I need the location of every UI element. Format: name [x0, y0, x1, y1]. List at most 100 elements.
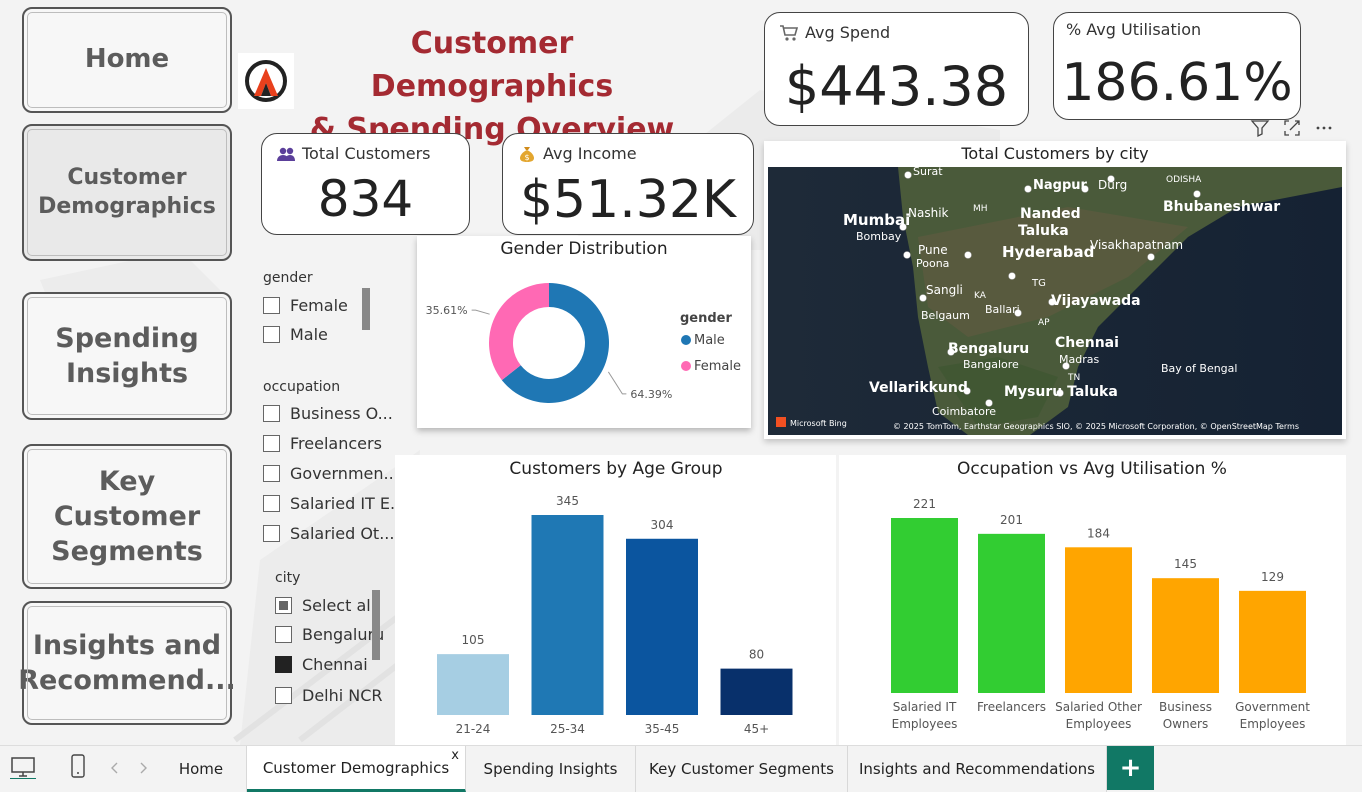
occupation-slicer-item-label: Salaried IT E... — [290, 494, 406, 513]
map-place-label: AP — [1038, 318, 1050, 328]
nav-home-label: Home — [84, 44, 170, 75]
legend-item-female[interactable]: Female — [694, 359, 741, 374]
city-bubble[interactable] — [1193, 190, 1201, 198]
avg-utilisation-label: % Avg Utilisation — [1066, 20, 1202, 39]
donut-data-label: 64.39% — [630, 388, 672, 401]
donut-slice-female[interactable] — [489, 283, 549, 381]
city-slicer-item[interactable]: Delhi NCR — [275, 686, 383, 705]
checkbox[interactable] — [275, 597, 292, 614]
x-axis-tick-label: Freelancers — [977, 700, 1046, 714]
nav-spending-label-1: Spending — [55, 322, 199, 354]
nav-spending-label-2: Insights — [65, 358, 189, 389]
checkbox[interactable] — [263, 435, 280, 452]
money-bag-icon: $ — [520, 146, 534, 162]
tab-customer-demographics[interactable]: Customer Demographics x — [247, 746, 466, 792]
occupation-vs-utilisation-visual[interactable]: Occupation vs Avg Utilisation % 221 Salar… — [839, 455, 1346, 745]
tab-key-customer-segments[interactable]: Key Customer Segments — [636, 746, 848, 792]
gender-slicer-item[interactable]: Female — [263, 296, 348, 315]
occupation-slicer-item[interactable]: Salaried Ot... — [263, 524, 394, 543]
checkbox[interactable] — [263, 465, 280, 482]
bar-4[interactable] — [1152, 578, 1219, 693]
city-bubble[interactable] — [1147, 253, 1155, 261]
shopping-cart-icon — [780, 24, 799, 41]
nav-insights-recommendations-button[interactable]: Insights and Recommend... — [18, 601, 236, 725]
map-attribution: © 2025 TomTom, Earthstar Geographics SIO… — [893, 422, 1299, 431]
map-place-label: Ballari — [985, 303, 1020, 316]
page-tab-bar: Home Customer Demographics x Spending In… — [0, 745, 1362, 792]
bar-3[interactable] — [626, 538, 698, 715]
city-slicer-scrollbar[interactable] — [372, 590, 380, 660]
city-slicer-item-label: Select all — [302, 596, 376, 615]
more-options-icon[interactable] — [1314, 118, 1334, 138]
bar-5[interactable] — [1239, 590, 1306, 693]
checkbox[interactable] — [275, 626, 292, 643]
occupation-slicer-item[interactable]: Salaried IT E... — [263, 494, 405, 513]
map-place-label: Pune — [918, 243, 948, 257]
checkbox[interactable] — [275, 687, 292, 704]
add-page-button[interactable]: + — [1107, 746, 1154, 790]
gender-distribution-chart: Gender Distribution 64.39%35.61% gender … — [426, 239, 741, 403]
checkbox[interactable] — [263, 297, 280, 314]
gender-slicer-scrollbar[interactable] — [362, 288, 370, 330]
gender-distribution-visual[interactable]: Gender Distribution 64.39% 35.61% gender … — [417, 236, 751, 428]
bar-1[interactable] — [891, 518, 958, 693]
nav-key-customer-segments-button[interactable]: Key Customer Segments — [22, 444, 232, 589]
bar-3[interactable] — [1065, 547, 1132, 693]
checkbox[interactable] — [263, 326, 280, 343]
customers-by-age-group-visual[interactable]: Customers by Age Group 105 21-24 345 25-34 3… — [395, 455, 836, 745]
map-place-label: Visakhapatnam — [1090, 238, 1183, 252]
city-bubble[interactable] — [1008, 272, 1016, 280]
bar-4[interactable] — [720, 668, 793, 715]
checkbox[interactable] — [263, 525, 280, 542]
chevron-right-icon[interactable] — [138, 762, 148, 774]
city-bubble[interactable] — [964, 251, 972, 259]
map-place-label: Mysuru Taluka — [1004, 384, 1118, 400]
brand-logo-icon — [245, 60, 287, 102]
avg-utilisation-card: % Avg Utilisation 186.61% — [1053, 12, 1301, 120]
tab-home[interactable]: Home — [156, 746, 247, 792]
occupation-slicer-item-label: Governmen... — [290, 464, 399, 483]
occupation-slicer-item[interactable]: Governmen... — [263, 464, 399, 483]
legend-item-male[interactable]: Male — [694, 333, 725, 348]
city-slicer-title: city — [275, 570, 301, 586]
nav-segments-label-1: Key Customer — [53, 465, 201, 532]
map-place-label: Vijayawada — [1051, 293, 1141, 309]
chevron-left-icon[interactable] — [110, 762, 120, 774]
city-bubble[interactable] — [903, 251, 911, 259]
mobile-view-icon[interactable] — [70, 754, 86, 780]
bar-value-label: 304 — [651, 518, 674, 532]
satellite-map[interactable]: Surat Nagpur Durg ODISHA MumbaiBombay Nashik M… — [768, 167, 1342, 435]
nav-spending-insights-button[interactable]: Spending Insights — [22, 292, 232, 420]
desktop-view-icon[interactable] — [10, 755, 36, 779]
tab-spending-insights[interactable]: Spending Insights — [466, 746, 636, 792]
checkbox[interactable] — [275, 656, 292, 673]
occupation-slicer-item-label: Freelancers — [290, 434, 382, 453]
city-slicer-item[interactable]: Bengaluru — [275, 625, 384, 644]
x-axis-tick-label: Business — [1159, 700, 1212, 714]
bar-value-label: 80 — [749, 648, 764, 662]
city-bubble[interactable] — [904, 171, 912, 179]
map-place-label: Bengaluru — [948, 341, 1029, 357]
bar-1[interactable] — [437, 654, 509, 715]
checkbox[interactable] — [263, 405, 280, 422]
bar-2[interactable] — [978, 533, 1045, 693]
tab-label: Key Customer Segments — [649, 760, 834, 778]
occupation-slicer-item[interactable]: Freelancers — [263, 434, 382, 453]
checkbox[interactable] — [263, 495, 280, 512]
city-slicer-item[interactable]: Chennai — [275, 655, 368, 674]
city-slicer-item[interactable]: Select all — [275, 596, 375, 615]
gender-slicer-item[interactable]: Male — [263, 325, 328, 344]
bar-value-label: 345 — [556, 494, 579, 508]
close-tab-icon[interactable]: x — [451, 748, 459, 763]
nav-home-button[interactable]: Home — [22, 7, 232, 113]
city-bubble[interactable] — [1024, 185, 1032, 193]
tab-insights-recommendations[interactable]: Insights and Recommendations — [848, 746, 1107, 792]
customers-by-city-map-visual[interactable]: Total Customers by city Surat Nagpur Durg O… — [764, 141, 1346, 439]
map-place-label: Nagpur — [1033, 178, 1088, 193]
focus-mode-icon[interactable] — [1282, 118, 1302, 138]
nav-customer-demographics-button[interactable]: Customer Demographics — [22, 124, 232, 261]
occupation-slicer-item[interactable]: Business O... — [263, 404, 393, 423]
bar-2[interactable] — [531, 515, 604, 715]
filter-icon[interactable] — [1250, 118, 1270, 138]
x-axis-tick-label: 45+ — [744, 722, 769, 736]
